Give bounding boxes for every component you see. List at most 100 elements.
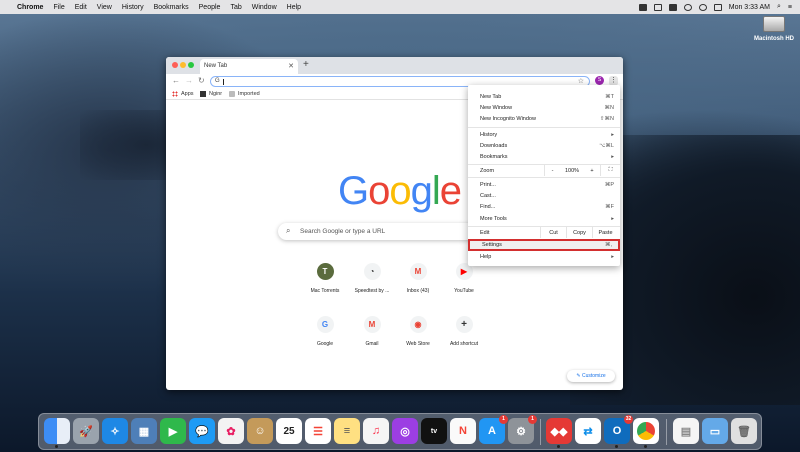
tab-new-tab[interactable]: New Tab ✕ xyxy=(200,59,298,74)
shortcut-mac-torrents[interactable]: T Mac Torrents xyxy=(301,263,349,294)
shortcut-speedtest[interactable]: ◔ Speedtest by ... xyxy=(348,263,396,294)
forward-arrow-icon[interactable]: → xyxy=(185,76,193,85)
shortcut-add[interactable]: + Add shortcut xyxy=(440,316,488,347)
shortcut-label: Add shortcut xyxy=(449,341,479,347)
app-store-badge: 1 xyxy=(499,415,508,424)
copy-button[interactable]: Copy xyxy=(566,227,592,238)
text-cursor xyxy=(223,79,224,85)
folder-icon xyxy=(229,91,235,97)
menu-window[interactable]: Window xyxy=(252,4,277,11)
menu-view[interactable]: View xyxy=(97,4,112,11)
system-preferences-icon[interactable]: ⚙ 1 xyxy=(508,415,537,444)
news-icon[interactable]: N xyxy=(450,418,476,444)
menu-history[interactable]: History xyxy=(122,4,144,11)
shortcut-web-store[interactable]: ◉ Web Store xyxy=(394,316,442,347)
tab-close-icon[interactable]: ✕ xyxy=(288,62,294,70)
calendar-icon[interactable]: 25 xyxy=(276,418,302,444)
chrome-icon[interactable] xyxy=(633,418,659,448)
menu-item-bookmarks[interactable]: Bookmarks ▸ xyxy=(468,151,620,162)
menu-help[interactable]: Help xyxy=(287,4,301,11)
zoom-in-button[interactable]: + xyxy=(584,168,600,174)
bookmark-nginr[interactable]: Nginr xyxy=(200,91,222,97)
apple-tv-icon[interactable]: tv xyxy=(421,418,447,444)
outlook-icon[interactable]: O 32 xyxy=(604,415,633,448)
finder-icon[interactable] xyxy=(44,418,70,448)
messages-icon[interactable]: 💬 xyxy=(189,418,215,444)
fullscreen-icon[interactable]: ⛶ xyxy=(600,165,620,176)
menu-item-cast[interactable]: Cast... xyxy=(468,190,620,201)
status-icon-2[interactable] xyxy=(653,3,662,11)
reload-icon[interactable]: ↻ xyxy=(198,76,205,85)
menu-item-shortcut: ⌘P xyxy=(604,181,614,188)
menu-clock[interactable]: Mon 3:33 AM xyxy=(729,4,770,11)
menu-app-name[interactable]: Chrome xyxy=(17,4,43,11)
podcasts-icon[interactable]: ◎ xyxy=(392,418,418,444)
menu-tab[interactable]: Tab xyxy=(230,4,241,11)
dock-separator xyxy=(666,419,667,445)
zoom-out-button[interactable]: - xyxy=(544,165,560,176)
contacts-icon[interactable]: ☺ xyxy=(247,418,273,444)
downloads-folder-icon[interactable]: ▭ xyxy=(702,418,728,444)
preview-icon[interactable]: ▦ xyxy=(131,418,157,444)
menu-item-find[interactable]: Find... ⌘F xyxy=(468,201,620,212)
profile-avatar[interactable]: S xyxy=(595,76,604,85)
minimize-window-button[interactable] xyxy=(180,62,186,68)
battery-icon[interactable] xyxy=(713,3,722,11)
bookmark-imported[interactable]: Imported xyxy=(229,91,260,97)
menu-item-new-tab[interactable]: New Tab ⌘T xyxy=(468,91,620,102)
shortcut-google[interactable]: G Google xyxy=(301,316,349,347)
menu-item-more-tools[interactable]: More Tools ▸ xyxy=(468,213,620,224)
safari-icon[interactable]: ✧ xyxy=(102,418,128,444)
document-icon[interactable]: ▤ xyxy=(673,418,699,444)
status-icon-1[interactable] xyxy=(638,3,647,11)
menu-item-label: Edit xyxy=(480,229,490,236)
menu-item-new-window[interactable]: New Window ⌘N xyxy=(468,102,620,113)
menu-edit[interactable]: Edit xyxy=(75,4,87,11)
customize-button[interactable]: ✎ Customize xyxy=(567,370,615,382)
bookmark-star-icon[interactable]: ☆ xyxy=(578,77,584,85)
control-center-icon[interactable]: ≡ xyxy=(788,4,792,11)
menu-file[interactable]: File xyxy=(53,4,64,11)
shortcut-inbox[interactable]: M Inbox (43) xyxy=(394,263,442,294)
macintosh-hd-icon[interactable]: Macintosh HD xyxy=(752,16,796,42)
anydesk-icon[interactable]: ◆◆ xyxy=(546,418,572,448)
shortcut-label: Inbox (43) xyxy=(406,288,430,294)
menu-item-print[interactable]: Print... ⌘P xyxy=(468,179,620,190)
status-icon-3[interactable] xyxy=(668,3,677,11)
menu-item-settings[interactable]: Settings ⌘, xyxy=(468,239,620,251)
bookmark-apps[interactable]: Apps xyxy=(172,91,194,97)
menu-item-label: More Tools xyxy=(480,215,507,222)
notes-icon[interactable]: ≡ xyxy=(334,418,360,444)
launchpad-icon[interactable]: 🚀 xyxy=(73,418,99,444)
menu-item-help[interactable]: Help ▸ xyxy=(468,251,620,262)
facetime-icon[interactable]: ▶ xyxy=(160,418,186,444)
menu-people[interactable]: People xyxy=(199,4,221,11)
pencil-icon: ✎ xyxy=(576,373,581,379)
menu-item-label: Bookmarks xyxy=(480,153,508,160)
menu-item-new-incognito[interactable]: New Incognito Window ⇧⌘N xyxy=(468,113,620,124)
paste-button[interactable]: Paste xyxy=(592,227,618,238)
new-tab-button[interactable]: + xyxy=(303,59,309,70)
photos-icon[interactable]: ✿ xyxy=(218,418,244,444)
zoom-window-button[interactable] xyxy=(188,62,194,68)
status-icon-4[interactable] xyxy=(683,3,692,11)
music-icon[interactable]: ♫ xyxy=(363,418,389,444)
close-window-button[interactable] xyxy=(172,62,178,68)
back-arrow-icon[interactable]: ← xyxy=(172,76,180,85)
menu-item-edit: Edit Cut Copy Paste xyxy=(468,227,620,238)
menu-item-label: New Incognito Window xyxy=(480,115,536,122)
trash-icon[interactable]: 🗑 xyxy=(731,418,757,444)
disk-drive-icon xyxy=(763,16,785,32)
app-store-icon[interactable]: A1 xyxy=(479,415,508,444)
wifi-icon[interactable] xyxy=(698,3,707,11)
shortcut-gmail[interactable]: M Gmail xyxy=(348,316,396,347)
menu-item-history[interactable]: History ▸ xyxy=(468,129,620,140)
reminders-icon[interactable]: ☰ xyxy=(305,418,331,444)
cut-button[interactable]: Cut xyxy=(540,227,566,238)
nginr-favicon xyxy=(200,91,206,97)
menu-item-downloads[interactable]: Downloads ⌥⌘L xyxy=(468,140,620,151)
spotlight-icon[interactable]: ⌕ xyxy=(777,3,781,11)
shortcut-youtube[interactable]: ▶ YouTube xyxy=(440,263,488,294)
teamviewer-icon[interactable]: ⇄ xyxy=(575,418,601,444)
menu-bookmarks[interactable]: Bookmarks xyxy=(154,4,189,11)
